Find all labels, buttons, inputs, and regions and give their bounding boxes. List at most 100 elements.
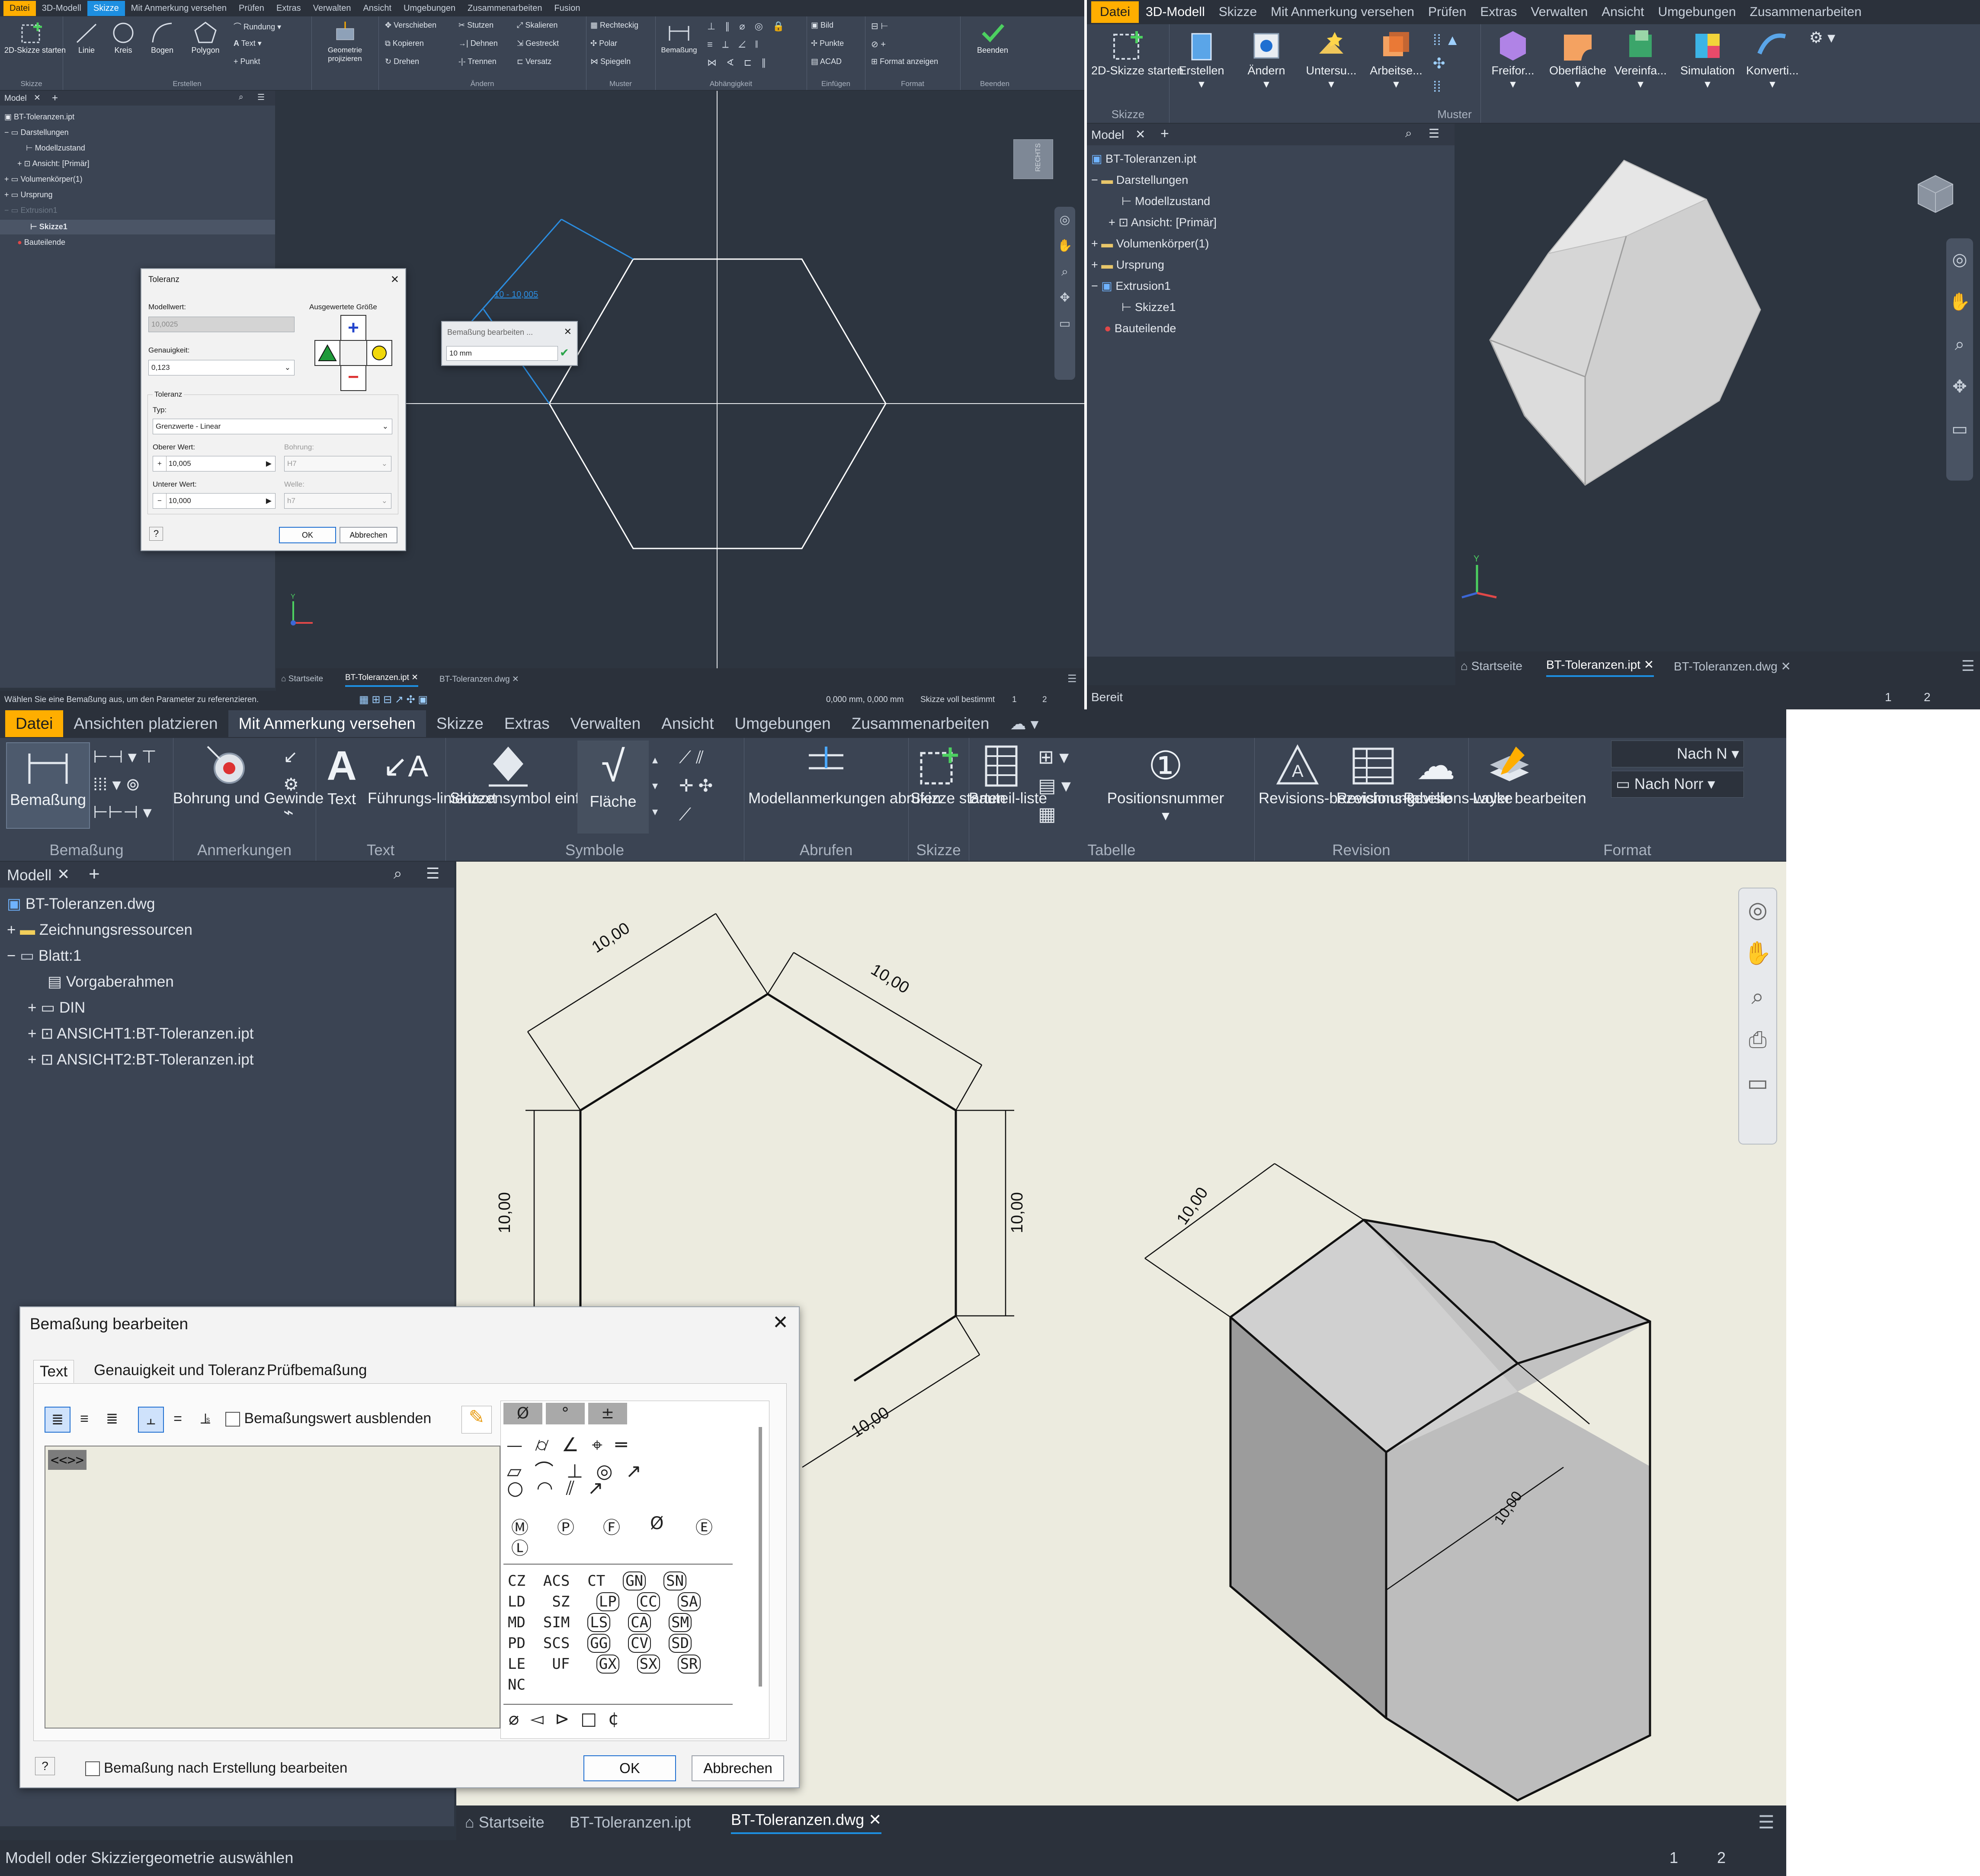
tab-dwg[interactable]: BT-Toleranzen.dwg ✕ (439, 674, 519, 684)
dimension-button[interactable]: Bemaßung (655, 20, 703, 55)
tab-ipt[interactable]: BT-Toleranzen.ipt ✕ (1546, 657, 1654, 677)
add-tab-icon[interactable]: + (89, 863, 100, 885)
finish-sketch-button[interactable]: Beenden (969, 20, 1016, 55)
constraint-icons-2[interactable]: ≡ ⟂ ∠ ∥ (707, 39, 762, 50)
line-button[interactable]: Linie (71, 20, 102, 55)
menu-umgebungen[interactable]: Umgebungen (397, 1, 461, 16)
tree-item[interactable]: + ▬ Ursprung (1091, 258, 1164, 272)
tab-startseite[interactable]: ⌂ Startseite (1461, 659, 1522, 673)
modifier-l[interactable]: Ⓛ (511, 1534, 529, 1559)
tab-dwg[interactable]: BT-Toleranzen.dwg ✕ (731, 1811, 882, 1834)
tab-text[interactable]: Text (33, 1360, 74, 1383)
palette-scrollbar[interactable] (759, 1427, 762, 1687)
fillet-button[interactable]: ⌒ Rundung ▾ (234, 21, 281, 32)
inspect-button[interactable]: Untersu... ▾ (1301, 28, 1362, 91)
trim-button[interactable]: ✂ Stutzen (458, 21, 493, 30)
tree-item[interactable]: ● Bauteilende (1104, 322, 1176, 335)
menu-umgebungen[interactable]: Umgebungen (724, 710, 841, 737)
menu-datei[interactable]: Datei (1091, 1, 1139, 23)
tab-startseite[interactable]: ⌂ Startseite (281, 674, 323, 684)
surface-texture-button[interactable]: √ Fläche (577, 741, 649, 834)
menu-ansicht[interactable]: Ansicht (1595, 1, 1651, 23)
leader-text-button[interactable]: ↙A Führungs-linientext (368, 742, 497, 807)
tree-item[interactable]: − ▭ Blatt:1 (7, 947, 81, 965)
help-icon[interactable]: ? (149, 527, 163, 541)
cancel-button[interactable]: Abbrechen (692, 1755, 784, 1781)
tab-ipt[interactable]: BT-Toleranzen.ipt ✕ (345, 673, 419, 687)
tree-item[interactable]: + ▬ Volumenkörper(1) (1091, 237, 1209, 250)
move-button[interactable]: ✥ Verschieben (385, 21, 436, 30)
circle-button[interactable]: Kreis (108, 20, 138, 55)
simulation-button[interactable]: Simulation ▾ (1673, 28, 1742, 91)
offset-button[interactable]: ⊏ Versatz (517, 57, 551, 66)
upper-value-input[interactable]: + 10,005 ▶ (153, 456, 276, 471)
menu-ansicht[interactable]: Ansicht (651, 710, 724, 737)
dimension-button[interactable]: Bemaßung (6, 742, 90, 829)
format-icons[interactable]: ⊟ ⊢ (871, 21, 888, 32)
project-geometry-button[interactable]: Geometrie projizieren (316, 20, 374, 63)
convert-button[interactable]: Konverti... ▾ (1742, 28, 1803, 91)
menu-extras[interactable]: Extras (270, 1, 307, 16)
tree-item[interactable]: ▤ Vorgaberahmen (48, 973, 174, 991)
ok-button[interactable]: OK (279, 527, 336, 543)
tab-precision-tolerance[interactable]: Genauigkeit und Toleranz (94, 1362, 265, 1379)
menu-anmerkung[interactable]: Mit Anmerkung versehen (1264, 1, 1421, 23)
tree-item[interactable]: ⊢ Modellzustand (1121, 195, 1210, 208)
symbol-tools[interactable]: ⟋ ⫽ ✛ ✣ ⟋ (679, 743, 713, 829)
upper-icon[interactable]: + (340, 315, 366, 341)
image-button[interactable]: ▣ Bild (811, 21, 833, 30)
tree-item[interactable]: + ▭ Ursprung (4, 190, 53, 199)
close-icon[interactable]: ✕ (1135, 127, 1145, 141)
menu-icon[interactable]: ☰ (1961, 657, 1974, 675)
modifier-f[interactable]: Ⓕ (603, 1514, 620, 1539)
menu-datei[interactable]: Datei (3, 0, 36, 16)
precision-select[interactable]: 0,123 ⌄ (148, 360, 295, 375)
navigation-bar[interactable]: ◎ ✋ ⌕ ✥ ▭ (1054, 207, 1075, 380)
style-select[interactable]: ▭ Nach Norr ▾ (1611, 771, 1744, 798)
tree-item[interactable]: ⊢ Modellzustand (26, 144, 85, 153)
menu-skizze[interactable]: Skizze (1212, 1, 1264, 23)
tree-item[interactable]: + ⊡ Ansicht: [Primär] (17, 159, 90, 168)
modifier-e[interactable]: Ⓔ (695, 1514, 713, 1539)
tree-item[interactable]: − ▭ Darstellungen (4, 128, 69, 137)
simplify-button[interactable]: Vereinfa... ▾ (1610, 28, 1671, 91)
help-icon[interactable]: ? (35, 1757, 55, 1775)
tab-dwg[interactable]: BT-Toleranzen.dwg ✕ (1674, 659, 1791, 673)
symbol-header-plusminus[interactable]: ± (588, 1403, 627, 1424)
min-icon[interactable] (314, 340, 340, 366)
close-icon[interactable]: ✕ (34, 93, 41, 103)
evaluated-size-selector[interactable]: + − (314, 315, 392, 393)
tab-inspection[interactable]: Prüfbemaßung (267, 1362, 367, 1379)
pattern-icons[interactable]: ⁞⁞ ▲ ✣ ⁞⁞ (1433, 29, 1460, 99)
menu-3d-modell[interactable]: 3D-Modell (36, 1, 87, 16)
rotate-button[interactable]: ↻ Drehen (385, 57, 419, 66)
close-icon[interactable]: ✕ (391, 273, 399, 286)
layer-select[interactable]: Nach N ▾ (1611, 741, 1744, 767)
viewcube[interactable] (1910, 169, 1957, 217)
add-tab-icon[interactable]: + (52, 92, 58, 104)
close-icon[interactable]: ✕ (564, 326, 572, 337)
text-button[interactable]: A Text ▾ (234, 39, 262, 48)
tree-item-selected[interactable]: ⊢ Skizze1 (0, 220, 275, 234)
menu-icon[interactable]: ☰ (1429, 126, 1439, 141)
point-button[interactable]: + Punkt (234, 57, 260, 66)
ok-button[interactable]: OK (583, 1755, 676, 1781)
retrieve-annotations-button[interactable]: Modellanmerkungen abrufen (748, 742, 941, 807)
balloon-button[interactable]: ① Positionsnummer ▾ (1094, 742, 1237, 825)
menu-zusammenarbeiten[interactable]: Zusammenarbeiten (841, 710, 1000, 737)
tree-item[interactable]: − ▣ Extrusion1 (1091, 279, 1171, 293)
freeform-button[interactable]: Freifor... ▾ (1483, 28, 1543, 91)
symbol-header-degree[interactable]: ° (546, 1403, 585, 1424)
text-button[interactable]: A Text (320, 742, 363, 808)
align-center-button[interactable]: ≡ (72, 1407, 96, 1431)
menu-umgebungen[interactable]: Umgebungen (1651, 1, 1743, 23)
sketch-symbol-button[interactable]: Skizzensymbol einfügen ▾ (450, 742, 625, 807)
copy-button[interactable]: ⧉ Kopieren (385, 39, 424, 48)
tab-ipt[interactable]: BT-Toleranzen.ipt (570, 1813, 691, 1831)
create-button[interactable]: Erstellen ▾ (1173, 28, 1230, 91)
modify-button[interactable]: Ändern ▾ (1238, 28, 1294, 91)
format-show-button[interactable]: ⊞ Format anzeigen (871, 57, 938, 66)
menu-zusammenarbeiten[interactable]: Zusammenarbeiten (1743, 1, 1868, 23)
menu-anmerkung[interactable]: Mit Anmerkung versehen (228, 710, 426, 737)
pencil-icon[interactable]: ✎ (461, 1406, 492, 1433)
